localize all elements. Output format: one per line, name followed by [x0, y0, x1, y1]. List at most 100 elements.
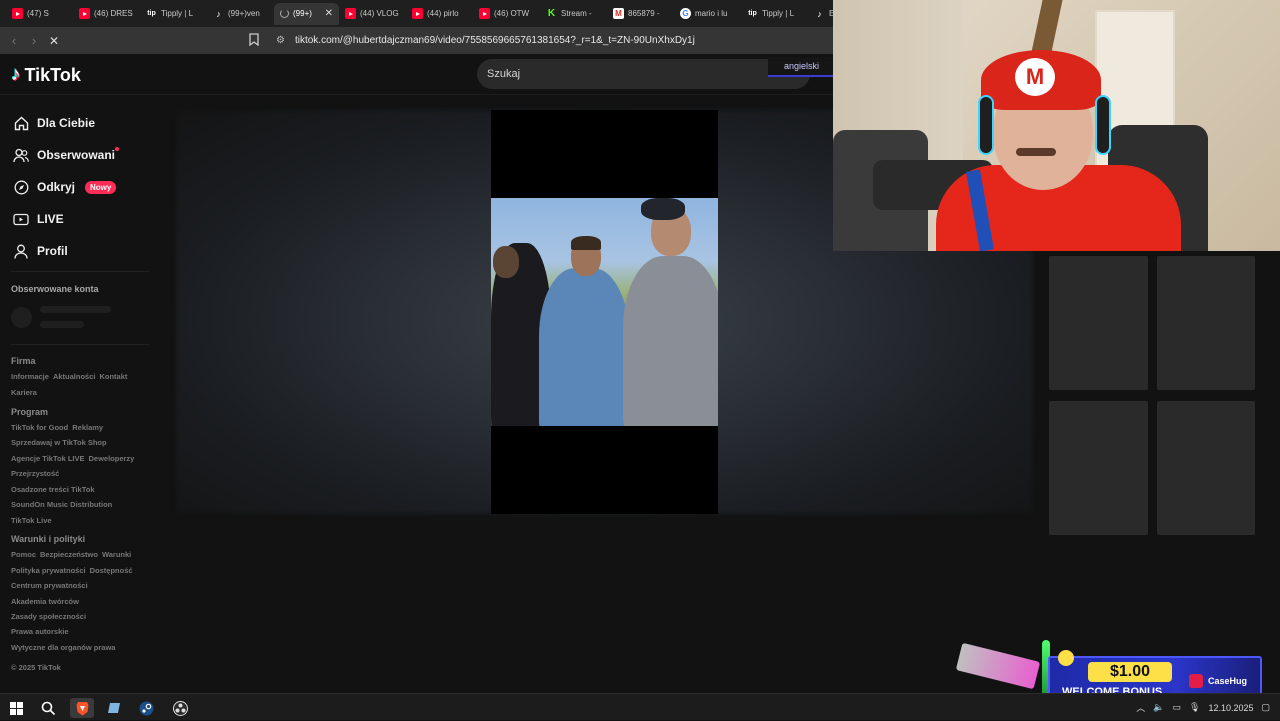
- browser-tab[interactable]: tip Tipply | L: [741, 3, 808, 25]
- person-figure: [623, 256, 718, 426]
- footer-link[interactable]: Reklamy: [72, 423, 103, 432]
- home-icon: [13, 115, 29, 131]
- sidebar-item-explore[interactable]: Odkryj Nowy: [13, 179, 117, 195]
- site-settings-icon[interactable]: ⚙: [276, 35, 285, 46]
- footer-link[interactable]: Zasady społeczności: [11, 612, 86, 621]
- footer-link[interactable]: TikTok for Good: [11, 423, 68, 432]
- footer-link[interactable]: Wytyczne dla organów prawa: [11, 643, 115, 652]
- tab-label: (47) S: [27, 9, 49, 18]
- forward-icon[interactable]: ›: [24, 31, 44, 51]
- ad-price: $1.00: [1088, 662, 1172, 682]
- windows-start-icon[interactable]: [6, 698, 26, 718]
- video-player[interactable]: [491, 110, 718, 514]
- browser-tab[interactable]: Gmario i lu: [674, 3, 741, 25]
- footer-program-title: Program: [11, 407, 49, 417]
- notifications-icon[interactable]: ▢: [1261, 702, 1270, 713]
- footer-links-row: Centrum prywatności: [11, 581, 92, 590]
- logo-text: TikTok: [24, 64, 81, 85]
- browser-tab[interactable]: M 865879 -: [607, 3, 674, 25]
- back-icon[interactable]: ‹: [4, 31, 24, 51]
- copyright: © 2025 TikTok: [11, 663, 61, 672]
- footer-link[interactable]: SoundOn Music Distribution: [11, 500, 112, 509]
- tab-label: Tipply | L: [762, 9, 795, 18]
- browser-tab[interactable]: (47) S: [6, 3, 73, 25]
- footer-link[interactable]: Agencje TikTok LIVE: [11, 454, 85, 463]
- tiktok-logo[interactable]: ♪ TikTok: [11, 64, 81, 86]
- language-selector[interactable]: angielski: [768, 57, 835, 77]
- footer-link[interactable]: Akademia twórców: [11, 597, 79, 606]
- tab-label: Tipply | L: [161, 9, 194, 18]
- file-app-icon[interactable]: [105, 698, 125, 718]
- address-bar[interactable]: ⚙ tiktok.com/@hubertdajczman69/video/755…: [270, 30, 830, 51]
- pistol-graphic: [955, 642, 1041, 690]
- cap-emblem-icon: M: [1015, 58, 1055, 96]
- browser-tab[interactable]: (46) OTW: [473, 3, 540, 25]
- network-icon[interactable]: ▭: [1172, 702, 1181, 713]
- nav-label: Dla Ciebie: [37, 116, 96, 130]
- steam-icon[interactable]: [136, 698, 156, 718]
- system-tray: ︿ 🔈 ▭ 🎙 12.10.2025 ▢: [1136, 694, 1280, 721]
- sidebar: Dla Ciebie Obserwowani Odkryj Nowy LIVE …: [0, 95, 160, 693]
- footer-link[interactable]: Deweloperzy: [89, 454, 135, 463]
- search-input[interactable]: Szukaj: [477, 59, 810, 89]
- casehug-logo-icon: [1189, 674, 1203, 688]
- footer-link[interactable]: Sprzedawaj w TikTok Shop: [11, 438, 107, 447]
- thumbnail-placeholder: [1157, 256, 1255, 390]
- text-skeleton: [40, 321, 84, 328]
- footer-links-row: Sprzedawaj w TikTok Shop: [11, 438, 111, 447]
- footer-link[interactable]: Warunki: [102, 550, 131, 559]
- person-hair: [571, 236, 601, 250]
- mustache: [1016, 148, 1056, 156]
- footer-link[interactable]: Kariera: [11, 388, 37, 397]
- sidebar-item-following[interactable]: Obserwowani: [13, 147, 120, 163]
- footer-link[interactable]: Osadzone treści TikTok: [11, 485, 95, 494]
- gmail-icon: M: [613, 8, 624, 19]
- video-frame: [491, 198, 718, 426]
- sidebar-item-profile[interactable]: Profil: [13, 243, 68, 259]
- sidebar-item-for-you[interactable]: Dla Ciebie: [13, 115, 95, 131]
- browser-tab[interactable]: (44) VLOG: [339, 3, 406, 25]
- footer-link[interactable]: Bezpieczeństwo: [40, 550, 98, 559]
- tab-label: (44) pirlo: [427, 9, 459, 18]
- bookmark-icon[interactable]: [248, 32, 260, 47]
- nav-label-wrap: Obserwowani: [37, 147, 120, 162]
- footer-link[interactable]: Informacje: [11, 372, 49, 381]
- search-icon[interactable]: [38, 698, 58, 718]
- brave-browser-icon[interactable]: [70, 698, 94, 718]
- footer-links-row: Zasady społeczności: [11, 612, 90, 621]
- footer-link[interactable]: Prawa autorskie: [11, 627, 69, 636]
- browser-tab[interactable]: ♪ (99+)ven: [207, 3, 274, 25]
- footer-link[interactable]: TikTok Live: [11, 516, 52, 525]
- footer-links-row: Pomoc Bezpieczeństwo Warunki: [11, 550, 135, 559]
- chevron-up-icon[interactable]: ︿: [1136, 701, 1145, 714]
- footer-link[interactable]: Dostępność: [90, 566, 133, 575]
- browser-tab[interactable]: (46) DRES: [73, 3, 140, 25]
- sidebar-item-live[interactable]: LIVE: [13, 211, 64, 227]
- obs-icon[interactable]: [170, 698, 190, 718]
- footer-link[interactable]: Przejrzystość: [11, 469, 59, 478]
- volume-icon[interactable]: 🔈: [1153, 702, 1164, 713]
- browser-tab[interactable]: K Stream -: [540, 3, 607, 25]
- thumbnail-placeholder: [1049, 256, 1148, 390]
- footer-link[interactable]: Pomoc: [11, 550, 36, 559]
- stop-loading-icon[interactable]: ✕: [44, 31, 64, 51]
- footer-link[interactable]: Aktualności: [53, 372, 96, 381]
- tab-label: mario i lu: [695, 9, 728, 18]
- footer-links-row: Akademia twórców: [11, 597, 83, 606]
- browser-tab[interactable]: tip Tipply | L: [140, 3, 207, 25]
- browser-toolbar: ‹ › ✕ ⚙ tiktok.com/@hubertdajczman69/vid…: [0, 27, 835, 54]
- footer-link[interactable]: Polityka prywatności: [11, 566, 86, 575]
- footer-link[interactable]: Centrum prywatności: [11, 581, 88, 590]
- tab-label: Stream -: [561, 9, 592, 18]
- footer-company-title: Firma: [11, 356, 36, 366]
- footer-links-row: Prawa autorskie: [11, 627, 73, 636]
- footer-link[interactable]: Kontakt: [99, 372, 127, 381]
- microphone-icon[interactable]: 🎙: [1189, 702, 1200, 713]
- tipply-icon: tip: [147, 10, 156, 17]
- browser-tab-active[interactable]: (99+) ✕: [274, 2, 339, 25]
- close-tab-icon[interactable]: ✕: [325, 8, 333, 19]
- headphone-left: [978, 95, 994, 155]
- nav-label: LIVE: [37, 212, 64, 226]
- browser-tab[interactable]: (44) pirlo: [406, 3, 473, 25]
- clock-date[interactable]: 12.10.2025: [1208, 703, 1253, 713]
